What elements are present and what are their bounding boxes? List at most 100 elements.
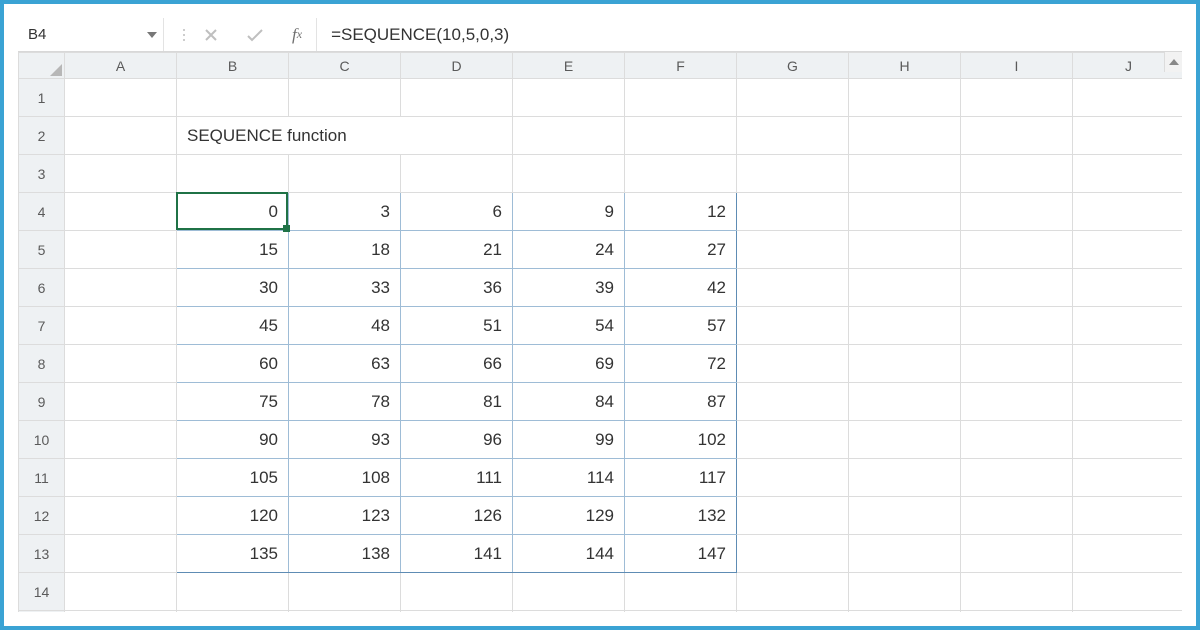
cell[interactable] [961,383,1073,421]
cell[interactable] [1073,79,1183,117]
cell[interactable]: 93 [289,421,401,459]
col-header[interactable]: A [65,53,177,79]
cell[interactable] [737,117,849,155]
cell[interactable] [849,231,961,269]
cell[interactable] [1073,421,1183,459]
cell[interactable] [737,79,849,117]
cell[interactable] [1073,117,1183,155]
cell[interactable] [961,345,1073,383]
cell[interactable]: 12 [625,193,737,231]
cell[interactable] [401,79,513,117]
cell[interactable] [1073,345,1183,383]
cell[interactable] [961,79,1073,117]
cancel-icon[interactable] [204,28,218,42]
cell[interactable] [401,573,513,611]
cell[interactable] [737,155,849,193]
cell[interactable] [625,573,737,611]
cell[interactable] [849,155,961,193]
cell[interactable] [65,307,177,345]
cell[interactable] [849,421,961,459]
cell[interactable] [737,193,849,231]
cell[interactable] [737,345,849,383]
row-header[interactable]: 7 [19,307,65,345]
cell[interactable]: 60 [177,345,289,383]
cell[interactable] [1073,383,1183,421]
cell[interactable] [961,155,1073,193]
row-header[interactable]: 2 [19,117,65,155]
select-all-corner[interactable] [19,53,65,79]
cell[interactable] [737,421,849,459]
cell[interactable] [65,535,177,573]
cell[interactable]: 81 [401,383,513,421]
enter-icon[interactable] [246,28,264,42]
cell[interactable]: 21 [401,231,513,269]
cell[interactable] [65,231,177,269]
cell[interactable]: 147 [625,535,737,573]
cell[interactable] [849,269,961,307]
col-header[interactable]: D [401,53,513,79]
cell[interactable] [513,155,625,193]
cell[interactable] [737,231,849,269]
cell[interactable] [625,155,737,193]
cell[interactable] [961,459,1073,497]
cell[interactable] [289,573,401,611]
cell[interactable] [961,307,1073,345]
cell[interactable] [849,79,961,117]
cell[interactable]: 135 [177,535,289,573]
title-cell[interactable]: SEQUENCE function [177,117,513,155]
row-header[interactable]: 11 [19,459,65,497]
col-header[interactable]: G [737,53,849,79]
cell[interactable] [849,497,961,535]
cell[interactable] [65,611,177,613]
cell[interactable] [737,459,849,497]
cell[interactable]: 114 [513,459,625,497]
cell[interactable] [65,79,177,117]
cell[interactable] [1073,155,1183,193]
name-box[interactable]: B4 [18,18,164,51]
cell[interactable]: 39 [513,269,625,307]
cell[interactable] [65,345,177,383]
cell[interactable] [65,459,177,497]
cell[interactable]: 30 [177,269,289,307]
col-header[interactable]: E [513,53,625,79]
cell[interactable]: 138 [289,535,401,573]
row-header[interactable]: 4 [19,193,65,231]
cell[interactable]: 78 [289,383,401,421]
cell[interactable] [177,79,289,117]
cell[interactable] [737,497,849,535]
cell[interactable]: 18 [289,231,401,269]
cell[interactable]: 27 [625,231,737,269]
col-header[interactable]: I [961,53,1073,79]
row-header[interactable]: 5 [19,231,65,269]
cell[interactable] [737,611,849,613]
cell[interactable]: 33 [289,269,401,307]
cell[interactable] [849,573,961,611]
cell[interactable]: 45 [177,307,289,345]
cell[interactable]: 126 [401,497,513,535]
cell[interactable]: 129 [513,497,625,535]
col-header[interactable]: C [289,53,401,79]
cell[interactable] [1073,459,1183,497]
cell[interactable]: 99 [513,421,625,459]
row-header[interactable]: 10 [19,421,65,459]
cell[interactable] [65,269,177,307]
cell[interactable] [625,117,737,155]
cell[interactable] [401,155,513,193]
cell[interactable] [961,611,1073,613]
cell[interactable]: 144 [513,535,625,573]
col-header[interactable]: F [625,53,737,79]
cell[interactable]: 54 [513,307,625,345]
cell[interactable]: 6 [401,193,513,231]
cell[interactable] [961,497,1073,535]
cell[interactable]: 102 [625,421,737,459]
row-header[interactable]: 13 [19,535,65,573]
cell[interactable]: 87 [625,383,737,421]
cell[interactable] [65,573,177,611]
cell[interactable] [737,269,849,307]
cell[interactable] [65,117,177,155]
cell[interactable] [1073,611,1183,613]
cell[interactable] [961,231,1073,269]
col-header[interactable]: B [177,53,289,79]
cell[interactable]: 75 [177,383,289,421]
cell[interactable] [849,117,961,155]
